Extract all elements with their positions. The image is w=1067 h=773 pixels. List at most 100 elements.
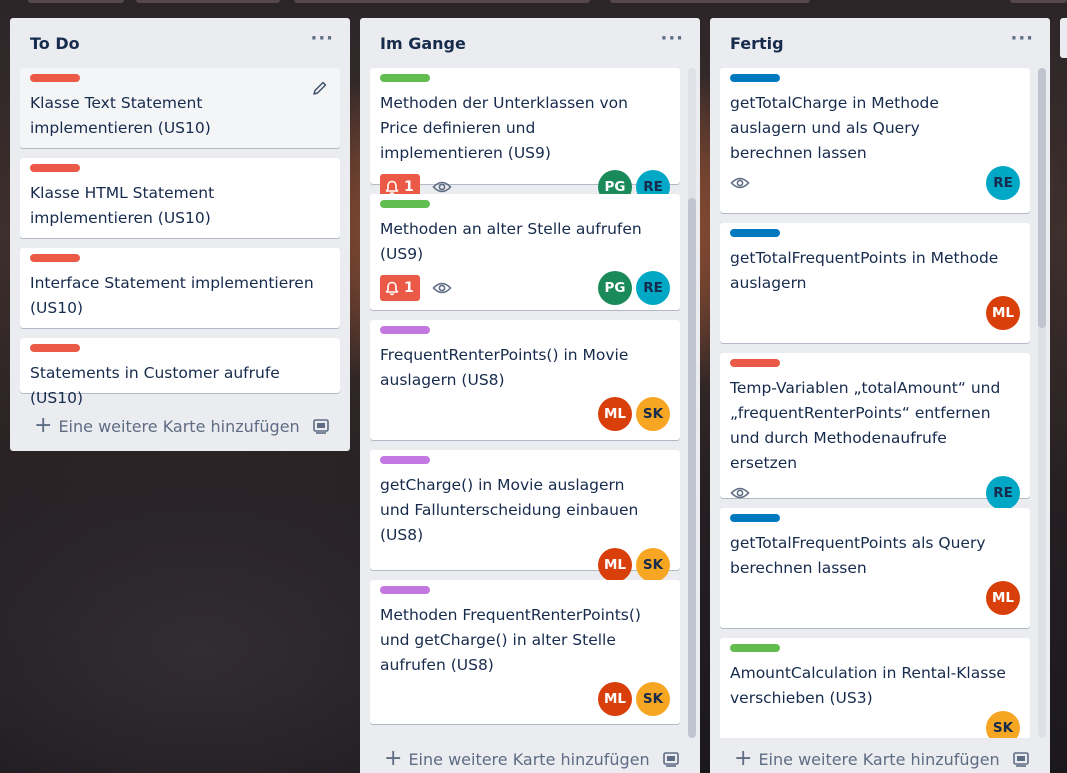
avatar[interactable]: SK bbox=[636, 548, 670, 582]
add-card-button[interactable]: + Eine weitere Karte hinzufügen bbox=[360, 736, 700, 773]
card-title: Statements in Customer aufrufe (US10) bbox=[30, 364, 280, 407]
card[interactable]: Statements in Customer aufrufe (US10) bbox=[20, 338, 340, 407]
avatar[interactable]: RE bbox=[636, 271, 670, 305]
card[interactable]: Methoden FrequentRenterPoints() und getC… bbox=[370, 580, 680, 724]
card[interactable]: Methoden der Unterklassen von Price defi… bbox=[370, 68, 680, 204]
card-badges: ML SK bbox=[380, 682, 670, 716]
card-label bbox=[30, 254, 80, 262]
add-card-button[interactable]: + Eine weitere Karte hinzufügen bbox=[710, 736, 1050, 773]
ellipsis-icon[interactable]: ··· bbox=[1010, 30, 1034, 56]
card[interactable]: AmountCalculation in Rental-Klasse versc… bbox=[720, 638, 1030, 738]
card-members: ML bbox=[986, 296, 1020, 330]
card-title: Klasse Text Statement implementieren (US… bbox=[30, 94, 211, 137]
card[interactable]: Methoden an alter Stelle aufrufen (US9) … bbox=[370, 194, 680, 310]
card-label bbox=[380, 326, 430, 334]
avatar[interactable]: SK bbox=[636, 397, 670, 431]
scrollbar[interactable] bbox=[1038, 68, 1046, 738]
add-card-label: Eine weitere Karte hinzufügen bbox=[58, 416, 300, 436]
eye-icon bbox=[730, 487, 750, 499]
avatar[interactable]: ML bbox=[598, 397, 632, 431]
card-label bbox=[380, 74, 430, 82]
card-members: PG RE bbox=[598, 271, 670, 305]
list-fertig: Fertig ··· getTotalCharge in Methode aus… bbox=[710, 18, 1050, 773]
card-members: RE bbox=[986, 476, 1020, 510]
avatar[interactable]: ML bbox=[598, 548, 632, 582]
scrollbar-thumb[interactable] bbox=[1038, 68, 1046, 328]
avatar[interactable]: ML bbox=[986, 296, 1020, 330]
pencil-icon[interactable] bbox=[312, 80, 328, 96]
card[interactable]: Klasse HTML Statement implementieren (US… bbox=[20, 158, 340, 238]
avatar[interactable]: RE bbox=[986, 476, 1020, 510]
card-members: ML bbox=[986, 581, 1020, 615]
card-label bbox=[730, 644, 780, 652]
card-members: RE bbox=[986, 166, 1020, 200]
card-template-icon[interactable] bbox=[1012, 750, 1030, 768]
card-title: getTotalFrequentPoints in Methode auslag… bbox=[730, 249, 999, 292]
avatar[interactable]: ML bbox=[598, 682, 632, 716]
card-members: ML SK bbox=[598, 682, 670, 716]
card-badges: ML SK bbox=[380, 397, 670, 431]
card-list: Methoden der Unterklassen von Price defi… bbox=[360, 68, 700, 738]
card-title: getTotalCharge in Methode auslagern und … bbox=[730, 94, 939, 162]
list-im-gange: Im Gange ··· Methoden der Unterklassen v… bbox=[360, 18, 700, 773]
list-header: Im Gange ··· bbox=[360, 18, 700, 68]
top-bar-remnant bbox=[0, 0, 1067, 4]
ellipsis-icon[interactable]: ··· bbox=[310, 30, 334, 56]
card-label bbox=[730, 74, 780, 82]
card-title: getCharge() in Movie auslagern und Fallu… bbox=[380, 476, 639, 544]
card-badges: SK bbox=[730, 711, 1020, 738]
card-list: getTotalCharge in Methode auslagern und … bbox=[710, 68, 1050, 738]
list-title[interactable]: Fertig bbox=[730, 34, 784, 53]
card-list: Klasse Text Statement implementieren (US… bbox=[10, 68, 350, 407]
avatar[interactable]: PG bbox=[598, 271, 632, 305]
card-members: SK bbox=[986, 711, 1020, 738]
list-title[interactable]: Im Gange bbox=[380, 34, 466, 53]
card-label bbox=[380, 200, 430, 208]
avatar[interactable]: SK bbox=[636, 682, 670, 716]
avatar[interactable]: RE bbox=[986, 166, 1020, 200]
due-badge[interactable]: 1 bbox=[380, 275, 420, 301]
list-title[interactable]: To Do bbox=[30, 34, 80, 53]
card[interactable]: getCharge() in Movie auslagern und Fallu… bbox=[370, 450, 680, 582]
card-members: ML SK bbox=[598, 397, 670, 431]
scrollbar-thumb[interactable] bbox=[688, 198, 696, 738]
eye-icon bbox=[432, 282, 452, 294]
list-header: To Do ··· bbox=[10, 18, 350, 68]
list-next-partial[interactable] bbox=[1060, 18, 1067, 58]
plus-icon: + bbox=[34, 413, 53, 438]
card[interactable]: FrequentRenterPoints() in Movie auslager… bbox=[370, 320, 680, 440]
ellipsis-icon[interactable]: ··· bbox=[660, 30, 684, 56]
avatar[interactable]: ML bbox=[986, 581, 1020, 615]
add-card-label: Eine weitere Karte hinzufügen bbox=[408, 749, 650, 769]
list-to-do: To Do ··· Klasse Text Statement implemen… bbox=[10, 18, 350, 451]
card-label bbox=[380, 456, 430, 464]
card-title: Methoden an alter Stelle aufrufen (US9) bbox=[380, 220, 642, 263]
card-members: ML SK bbox=[598, 548, 670, 582]
card[interactable]: Klasse Text Statement implementieren (US… bbox=[20, 68, 340, 148]
card-label bbox=[380, 586, 430, 594]
card-title: Temp-Variablen „totalAmount“ und „freque… bbox=[730, 379, 1001, 472]
card-template-icon[interactable] bbox=[662, 750, 680, 768]
add-card-label: Eine weitere Karte hinzufügen bbox=[758, 749, 1000, 769]
card-label bbox=[30, 74, 80, 82]
card[interactable]: getTotalCharge in Methode auslagern und … bbox=[720, 68, 1030, 213]
bell-icon bbox=[385, 281, 399, 295]
card-title: Methoden FrequentRenterPoints() und getC… bbox=[380, 606, 641, 674]
card-template-icon[interactable] bbox=[312, 417, 330, 435]
card[interactable]: Temp-Variablen „totalAmount“ und „freque… bbox=[720, 353, 1030, 510]
card-label bbox=[30, 344, 80, 352]
eye-icon bbox=[432, 181, 452, 193]
list-header: Fertig ··· bbox=[710, 18, 1050, 68]
card[interactable]: getTotalFrequentPoints als Query berechn… bbox=[720, 508, 1030, 628]
card[interactable]: Interface Statement implementieren (US10… bbox=[20, 248, 340, 328]
card-title: getTotalFrequentPoints als Query berechn… bbox=[730, 534, 986, 577]
card-label bbox=[730, 514, 780, 522]
avatar[interactable]: SK bbox=[986, 711, 1020, 738]
card[interactable]: getTotalFrequentPoints in Methode auslag… bbox=[720, 223, 1030, 343]
card-title: FrequentRenterPoints() in Movie auslager… bbox=[380, 346, 629, 389]
card-badges: 1 PG RE bbox=[380, 271, 670, 305]
eye-icon bbox=[730, 177, 750, 189]
scrollbar[interactable] bbox=[688, 68, 696, 738]
card-title: Methoden der Unterklassen von Price defi… bbox=[380, 94, 628, 162]
plus-icon: + bbox=[734, 746, 753, 771]
